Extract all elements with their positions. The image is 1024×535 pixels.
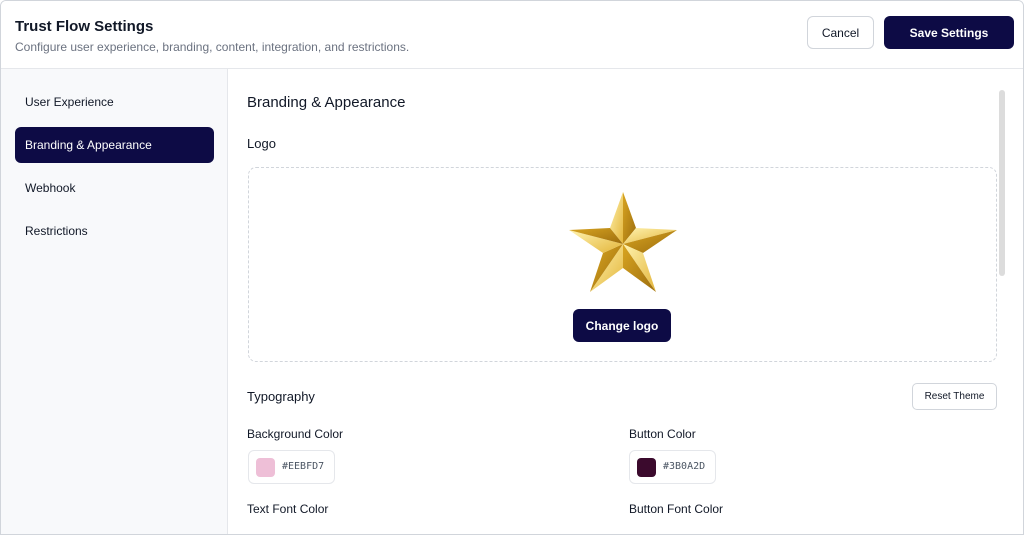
page-subtitle: Configure user experience, branding, con… (15, 40, 410, 54)
sidebar-item-webhook[interactable]: Webhook (15, 170, 214, 206)
scrollbar-thumb[interactable] (999, 90, 1005, 276)
star-icon (569, 192, 677, 292)
background-color-label: Background Color (247, 427, 344, 441)
section-title: Branding & Appearance (247, 94, 406, 111)
cancel-button[interactable]: Cancel (807, 16, 874, 49)
logo-label: Logo (247, 136, 276, 151)
button-color-swatch (637, 458, 656, 477)
background-color-swatch (256, 458, 275, 477)
sidebar-item-user-experience[interactable]: User Experience (15, 84, 214, 120)
text-font-color-label: Text Font Color (247, 502, 329, 516)
sidebar-item-branding-appearance[interactable]: Branding & Appearance (15, 127, 214, 163)
change-logo-button[interactable]: Change logo (573, 309, 671, 342)
button-color-picker[interactable]: #3B0A2D (629, 450, 716, 484)
main-panel: Branding & Appearance Logo Change logo T… (229, 69, 1023, 534)
sidebar: User Experience Branding & Appearance We… (1, 69, 228, 534)
sidebar-item-restrictions[interactable]: Restrictions (15, 213, 214, 249)
button-color-label: Button Color (629, 427, 696, 441)
settings-window: Trust Flow Settings Configure user exper… (0, 0, 1024, 535)
button-font-color-label: Button Font Color (629, 502, 724, 516)
background-color-value: #EEBFD7 (282, 461, 325, 472)
background-color-picker[interactable]: #EEBFD7 (248, 450, 335, 484)
reset-theme-button[interactable]: Reset Theme (912, 383, 997, 410)
page-title: Trust Flow Settings (15, 18, 154, 35)
logo-dropzone[interactable]: Change logo (248, 167, 997, 362)
header: Trust Flow Settings Configure user exper… (1, 1, 1023, 69)
button-color-value: #3B0A2D (663, 461, 706, 472)
typography-title: Typography (247, 389, 315, 404)
save-settings-button[interactable]: Save Settings (884, 16, 1014, 49)
